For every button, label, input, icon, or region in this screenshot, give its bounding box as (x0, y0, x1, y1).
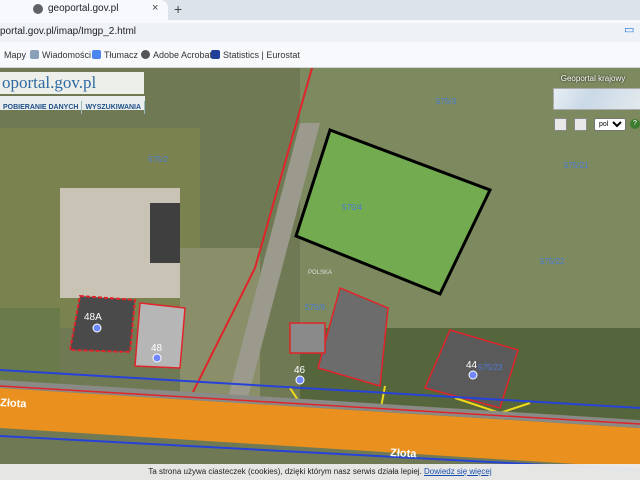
bookmark-label: Statistics | Eurostat (223, 50, 300, 60)
bookmark-mapy[interactable]: Mapy (4, 50, 26, 60)
garage (289, 322, 326, 354)
help-icon[interactable]: ? (630, 119, 640, 129)
logo-right: .gov.pl (50, 73, 97, 92)
geoportal-menu: POBIERANIE DANYCH WYSZUKIWANIA (0, 96, 146, 114)
address-number: 48A (84, 312, 102, 323)
cookie-more-link[interactable]: Dowiedz się więcej (424, 467, 492, 476)
building (150, 203, 180, 263)
bookmark-label: Wiadomości (42, 50, 92, 60)
address-number: 44 (466, 360, 478, 371)
parcel-label: 575/21 (564, 161, 589, 170)
language-select[interactable]: pol (594, 118, 626, 131)
cast-icon[interactable]: ▭ (624, 23, 634, 36)
browser-toolbar: portal.gov.pl/imap/Imgp_2.html ▭ (0, 20, 640, 45)
area-label: POLSKA (308, 270, 332, 276)
parcel-label: 575/3 (436, 97, 457, 106)
tab-bar: s geoportal.gov.pl × + (0, 0, 640, 20)
save-icon[interactable] (574, 118, 587, 131)
bookmark-adobe-acrobat[interactable]: Adobe Acrobat (141, 50, 212, 60)
parcel-label: 575/23 (478, 363, 503, 372)
parcel-label: 575/9 (305, 303, 326, 312)
menu-wyszukiwania[interactable]: WYSZUKIWANIA (82, 101, 146, 114)
street-name: Złota (0, 397, 28, 410)
url-text: portal.gov.pl/imap/Imgp_2.html (0, 26, 136, 37)
news-icon (30, 50, 39, 59)
print-icon[interactable] (554, 118, 567, 131)
cookie-text: Ta strona używa ciasteczek (cookies), dz… (148, 467, 422, 476)
geoportal-logo[interactable]: oportal.gov.pl (0, 72, 144, 94)
bookmarks-bar: Mapy Wiadomości Tłumacz Adobe Acrobat St… (0, 45, 640, 68)
bookmark-wiadomosci[interactable]: Wiadomości (30, 50, 91, 60)
parcel-label: 575/22 (540, 257, 565, 266)
eu-flag-icon (211, 50, 220, 59)
bookmark-tlumacz[interactable]: Tłumacz (92, 50, 138, 60)
address-point[interactable] (92, 323, 102, 333)
tab-title: geoportal.gov.pl (48, 3, 119, 14)
overview-title: Geoportal krajowy (560, 74, 626, 83)
address-number: 46 (294, 365, 306, 376)
address-bar[interactable]: portal.gov.pl/imap/Imgp_2.html (0, 23, 640, 42)
cookie-bar: Ta strona używa ciasteczek (cookies), dz… (0, 464, 640, 480)
orthophoto-map[interactable]: 575/2 575/4 575/3 575/21 575/22 575/9 57… (0, 68, 640, 480)
parcel-label: 575/4 (342, 203, 363, 212)
bookmark-label: Adobe Acrobat (153, 50, 213, 60)
street-name: Złota (390, 447, 418, 460)
address-point[interactable] (295, 375, 305, 385)
parcel-label: 575/2 (148, 155, 169, 164)
address-number: 48 (151, 343, 163, 354)
bookmark-label: Mapy (4, 50, 27, 60)
globe-icon (33, 4, 43, 14)
logo-left: oportal (2, 73, 51, 92)
tab-geoportal[interactable]: geoportal.gov.pl × (0, 0, 168, 20)
bookmark-label: Tłumacz (104, 50, 139, 60)
close-icon[interactable]: × (152, 2, 158, 14)
map-canvas[interactable]: 575/2 575/4 575/3 575/21 575/22 575/9 57… (0, 68, 640, 480)
address-point[interactable] (152, 353, 162, 363)
address-point[interactable] (468, 370, 478, 380)
menu-pobieranie-danych[interactable]: POBIERANIE DANYCH (0, 101, 83, 114)
new-tab-button[interactable]: + (174, 1, 182, 17)
building-48a (68, 294, 137, 354)
globe-icon (141, 50, 150, 59)
translate-icon (92, 50, 101, 59)
overview-minimap[interactable] (553, 88, 640, 110)
bookmark-eurostat[interactable]: Statistics | Eurostat (211, 50, 300, 60)
